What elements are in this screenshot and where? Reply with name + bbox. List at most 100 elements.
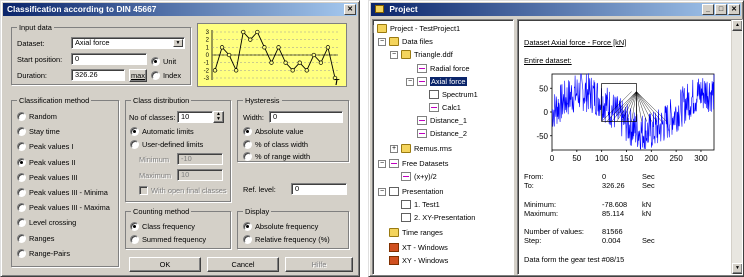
help-button[interactable]: Hilfe [285, 257, 353, 272]
expand-toggle[interactable]: − [378, 38, 386, 46]
doc-icon [429, 90, 439, 99]
to-unit: Sec [642, 181, 655, 190]
tree-xy-presentation[interactable]: 2. XY-Presentation [401, 213, 475, 223]
automatic-limits-radio[interactable] [130, 127, 139, 136]
expand-toggle[interactable]: − [378, 188, 386, 196]
class-frequency-label: Class frequency [142, 222, 195, 231]
ok-button[interactable]: OK [129, 257, 201, 272]
method-label: Level crossing [29, 218, 77, 228]
start-position-input[interactable]: 0 [71, 53, 147, 65]
start-position-label: Start position: [17, 55, 63, 64]
user-limits-radio[interactable] [130, 140, 139, 149]
dataset-select[interactable]: Axial force ▼ [71, 37, 185, 49]
tree-radial-force[interactable]: Radial force [417, 64, 469, 74]
project-title-bar[interactable]: Project _ □ ✕ [371, 3, 741, 16]
expand-toggle[interactable]: − [373, 25, 374, 33]
tree-xy-windows[interactable]: XY - Windows [389, 256, 448, 266]
wave-icon [417, 64, 427, 73]
classes-value: 10 [181, 112, 190, 121]
tree-item-label: Remus.rms [414, 144, 452, 153]
scroll-up-button[interactable]: ▲ [732, 20, 742, 31]
tree-calc[interactable]: Calc1 [429, 103, 461, 113]
tree-free-datasets[interactable]: Free Datasets [389, 159, 448, 169]
open-classes-checkbox[interactable] [139, 186, 148, 195]
preview-chart: 3 2 1 0 -1 -2 -3 T [197, 23, 347, 87]
classes-label: No of classes: [129, 113, 176, 122]
to-value: 326.26 [602, 181, 625, 190]
method-radio[interactable] [17, 188, 26, 197]
class-width-radio[interactable] [243, 140, 252, 149]
wave-icon [417, 77, 427, 86]
project-tree[interactable]: −Project - TestProject1−Data files−Trian… [372, 19, 514, 275]
expand-toggle[interactable]: + [390, 145, 398, 153]
maximize-button[interactable]: □ [715, 4, 727, 15]
tree-xt-windows[interactable]: XT - Windows [389, 243, 448, 253]
method-radio[interactable] [17, 112, 26, 121]
scroll-down-button[interactable]: ▼ [732, 263, 742, 274]
method-radio[interactable] [17, 157, 26, 167]
class-frequency-radio[interactable] [130, 222, 139, 231]
absolute-frequency-radio[interactable] [243, 222, 252, 231]
minimize-button[interactable]: _ [702, 4, 714, 15]
preview-y-tick: 0 [206, 53, 210, 59]
project-window: Project _ □ ✕ −Project - TestProject1−Da… [368, 0, 744, 277]
expand-toggle[interactable]: − [390, 51, 398, 59]
tree-item-label: Distance_2 [430, 129, 467, 138]
relative-frequency-radio[interactable] [243, 235, 252, 244]
index-radio[interactable] [151, 71, 160, 80]
max-button[interactable]: max [129, 69, 147, 82]
absolute-value-radio[interactable] [243, 127, 252, 136]
expand-toggle[interactable]: − [378, 160, 386, 168]
preview-point [262, 45, 267, 50]
dialog-title-bar[interactable]: Classification according to DIN 45667 ✕ [3, 3, 357, 16]
minimum-input[interactable]: -10 [177, 153, 223, 165]
step-unit: Sec [642, 236, 655, 245]
method-radio[interactable] [17, 233, 26, 243]
chevron-down-icon[interactable]: ▼ [173, 39, 183, 47]
tree-remus[interactable]: Remus.rms [401, 144, 452, 154]
classes-spinner[interactable]: ▲ ▼ [213, 111, 224, 123]
index-label: Index [163, 71, 182, 80]
maximum-value: 10 [181, 170, 190, 179]
tree-root[interactable]: Project - TestProject1 [377, 24, 460, 34]
xy-icon [389, 243, 399, 252]
maximum-label: Maximum: [524, 209, 559, 218]
tree-axial-force[interactable]: Axial force [417, 77, 467, 87]
hysteresis-width-input[interactable]: 0 [269, 111, 343, 123]
step-label: Step: [524, 236, 542, 245]
tree-data-files[interactable]: Data files [389, 37, 433, 47]
unit-radio[interactable] [151, 57, 160, 66]
tree-expression[interactable]: (x+y)/2 [401, 172, 437, 182]
method-radio[interactable] [17, 172, 26, 182]
tree-distance-1[interactable]: Distance_1 [417, 116, 467, 126]
hysteresis-legend: Hysteresis [243, 96, 282, 105]
tree-triangle-file[interactable]: Triangle.ddf [401, 50, 453, 60]
max-label: max [131, 71, 145, 80]
tree-time-ranges[interactable]: Time ranges [389, 228, 443, 238]
ref-level-input[interactable]: 0 [291, 183, 347, 195]
tree-spectrum[interactable]: Spectrum1 [429, 90, 478, 100]
cancel-button[interactable]: Cancel [207, 257, 279, 272]
folder-icon [401, 50, 411, 59]
expand-toggle[interactable]: − [406, 78, 414, 86]
range-width-radio[interactable] [243, 152, 252, 161]
tree-test1[interactable]: 1. Test1 [401, 200, 440, 210]
maximum-input[interactable]: 10 [177, 169, 223, 181]
close-window-button[interactable]: ✕ [728, 4, 740, 15]
duration-input[interactable]: 326.26 [71, 69, 125, 81]
method-label: Peak values III - Minima [29, 188, 108, 197]
tree-distance-2[interactable]: Distance_2 [417, 129, 467, 139]
tree-presentation[interactable]: Presentation [389, 187, 444, 197]
class-width-label: % of class width [255, 140, 308, 149]
detail-scrollbar[interactable]: ▲ ▼ [731, 20, 742, 274]
absolute-frequency-label: Absolute frequency [255, 222, 319, 231]
classes-input[interactable]: 10 [177, 111, 213, 123]
signal-x-tick: 0 [550, 154, 555, 163]
close-button[interactable]: ✕ [344, 4, 356, 15]
classification-method-group: Classification method [11, 96, 119, 267]
duration-value: 326.26 [75, 70, 98, 79]
maximum-label: Maximum [139, 171, 172, 180]
maximum-unit: kN [642, 209, 652, 218]
method-radio[interactable] [17, 248, 26, 258]
summed-frequency-radio[interactable] [130, 235, 139, 244]
